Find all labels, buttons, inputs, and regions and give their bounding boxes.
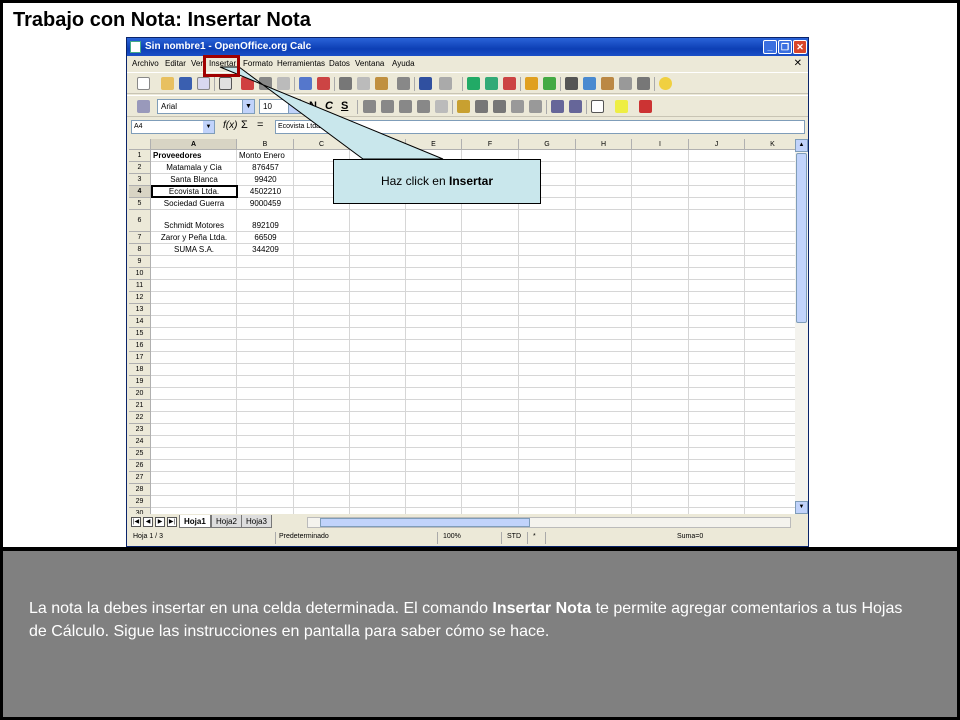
slide-top-panel: Trabajo con Nota: Insertar Nota Sin nomb… — [3, 3, 957, 547]
slide-bottom-panel: La nota la debes insertar en una celda d… — [3, 551, 957, 717]
description-bold: Insertar Nota — [492, 600, 592, 617]
callout-text: Haz click en — [380, 174, 449, 188]
insertar-highlight-box — [203, 55, 240, 77]
callout-pointer-shape — [219, 66, 444, 160]
callout-bold-text: Insertar — [449, 174, 494, 188]
slide-description: La nota la debes insertar en una celda d… — [29, 597, 909, 643]
description-text-1: La nota la debes insertar en una celda d… — [29, 600, 493, 617]
instruction-callout: Haz click en Insertar — [333, 159, 541, 204]
callout-pointer — [219, 66, 444, 160]
